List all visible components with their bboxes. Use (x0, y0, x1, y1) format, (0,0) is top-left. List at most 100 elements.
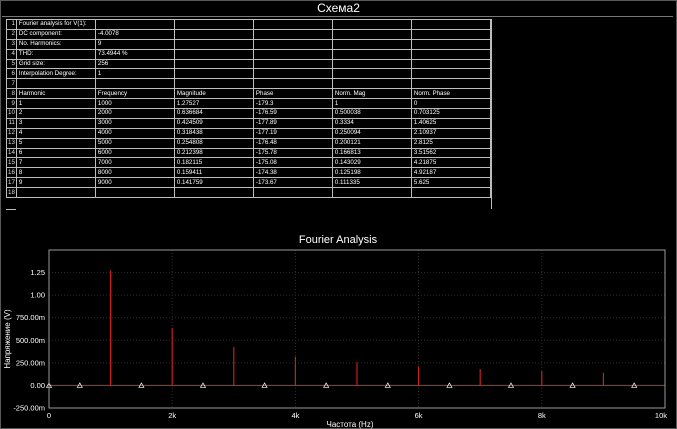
table-cell[interactable]: 8 (15, 167, 96, 179)
table-cell[interactable]: 1 (15, 98, 96, 110)
table-cell[interactable]: -179.3 (252, 98, 333, 110)
table-cell[interactable] (331, 19, 412, 30)
row-number[interactable]: 8 (6, 88, 17, 100)
table-cell[interactable]: Harmonic (15, 88, 96, 100)
table-cell[interactable]: 0.318438 (173, 127, 254, 139)
table-cell[interactable]: 7 (15, 157, 96, 169)
table-cell[interactable]: 6 (15, 147, 96, 159)
table-cell[interactable] (94, 19, 175, 30)
table-cell[interactable]: 2 (15, 108, 96, 119)
table-cell[interactable]: Norm. Phase (410, 88, 491, 100)
table-cell[interactable]: 0.500038 (331, 108, 412, 119)
table-cell[interactable]: 1 (331, 98, 412, 110)
table-cell[interactable] (173, 78, 254, 90)
table-cell[interactable]: 4.21875 (410, 157, 491, 169)
table-cell[interactable]: -4.0078 (94, 28, 175, 40)
table-cell[interactable]: 8000 (94, 167, 175, 179)
table-cell[interactable]: 0 (410, 98, 491, 110)
table-cell[interactable]: THD: (15, 48, 96, 60)
row-number[interactable]: 16 (6, 167, 17, 179)
table-cell[interactable]: -176.48 (252, 137, 333, 149)
table-cell[interactable] (410, 19, 491, 30)
table-cell[interactable] (173, 48, 254, 60)
table-cell[interactable] (173, 28, 254, 40)
table-cell[interactable]: -174.38 (252, 167, 333, 179)
table-cell[interactable]: -176.59 (252, 108, 333, 119)
table-cell[interactable] (173, 38, 254, 50)
table-cell[interactable]: DC component: (15, 28, 96, 40)
table-cell[interactable] (252, 28, 333, 40)
table-cell[interactable] (410, 68, 491, 80)
table-cell[interactable] (252, 19, 333, 30)
table-cell[interactable] (94, 187, 175, 199)
table-cell[interactable]: 0.636684 (173, 108, 254, 119)
table-cell[interactable]: 9 (15, 177, 96, 189)
row-number[interactable]: 5 (6, 58, 17, 70)
table-cell[interactable]: 0.254808 (173, 137, 254, 149)
row-number[interactable]: 1 (6, 19, 17, 30)
table-cell[interactable]: 0.703125 (410, 108, 491, 119)
table-cell[interactable] (252, 48, 333, 60)
table-cell[interactable] (173, 19, 254, 30)
row-number[interactable]: 3 (6, 38, 17, 50)
table-cell[interactable]: 9000 (94, 177, 175, 189)
table-cell[interactable] (410, 58, 491, 70)
table-cell[interactable]: 0.212398 (173, 147, 254, 159)
table-cell[interactable] (410, 48, 491, 60)
row-number[interactable]: 7 (6, 78, 17, 90)
table-cell[interactable]: 5 (15, 137, 96, 149)
table-cell[interactable]: 1.40625 (410, 117, 491, 129)
row-number[interactable]: 4 (6, 48, 17, 60)
table-cell[interactable]: 9 (94, 38, 175, 50)
table-cell[interactable] (331, 28, 412, 40)
row-number[interactable]: 17 (6, 177, 17, 189)
table-cell[interactable]: 256 (94, 58, 175, 70)
table-cell[interactable]: 2000 (94, 108, 175, 119)
table-cell[interactable]: 73.4944 % (94, 48, 175, 60)
table-cell[interactable]: 1 (94, 68, 175, 80)
table-cell[interactable]: 2.10937 (410, 127, 491, 139)
table-cell[interactable]: 0.159411 (173, 167, 254, 179)
table-cell[interactable]: 7000 (94, 157, 175, 169)
table-cell[interactable]: 0.424509 (173, 117, 254, 129)
row-number[interactable]: 11 (6, 117, 17, 129)
table-cell[interactable]: -173.67 (252, 177, 333, 189)
row-number[interactable]: 9 (6, 98, 17, 110)
row-number[interactable]: 18 (6, 187, 17, 199)
table-cell[interactable] (252, 78, 333, 90)
table-cell[interactable]: 5.625 (410, 177, 491, 189)
table-cell[interactable]: -177.19 (252, 127, 333, 139)
table-cell[interactable]: 0.250094 (331, 127, 412, 139)
table-cell[interactable] (410, 28, 491, 40)
table-cell[interactable]: 3.51562 (410, 147, 491, 159)
table-cell[interactable] (410, 187, 491, 199)
table-cell[interactable] (331, 38, 412, 50)
table-cell[interactable] (252, 68, 333, 80)
row-number[interactable]: 10 (6, 108, 17, 119)
table-cell[interactable] (331, 68, 412, 80)
table-cell[interactable]: 0.3334 (331, 117, 412, 129)
table-cell[interactable] (173, 58, 254, 70)
table-cell[interactable]: Phase (252, 88, 333, 100)
row-number[interactable]: 12 (6, 127, 17, 139)
table-cell[interactable]: -175.78 (252, 147, 333, 159)
table-cell[interactable]: Magnitude (173, 88, 254, 100)
table-cell[interactable] (410, 78, 491, 90)
table-cell[interactable]: No. Harmonics: (15, 38, 96, 50)
table-cell[interactable] (173, 187, 254, 199)
table-cell[interactable]: 0.200121 (331, 137, 412, 149)
table-cell[interactable]: 2.8125 (410, 137, 491, 149)
table-cell[interactable]: 6000 (94, 147, 175, 159)
table-cell[interactable]: 4.92187 (410, 167, 491, 179)
table-cell[interactable] (331, 187, 412, 199)
table-cell[interactable] (94, 78, 175, 90)
table-cell[interactable]: Norm. Mag (331, 88, 412, 100)
table-cell[interactable] (252, 58, 333, 70)
row-number[interactable]: 13 (6, 137, 17, 149)
table-cell[interactable] (252, 187, 333, 199)
table-cell[interactable]: 0.125198 (331, 167, 412, 179)
table-cell[interactable]: 0.182115 (173, 157, 254, 169)
table-cell[interactable]: Interpolation Degree: (15, 68, 96, 80)
table-cell[interactable] (410, 38, 491, 50)
table-cell[interactable] (173, 68, 254, 80)
